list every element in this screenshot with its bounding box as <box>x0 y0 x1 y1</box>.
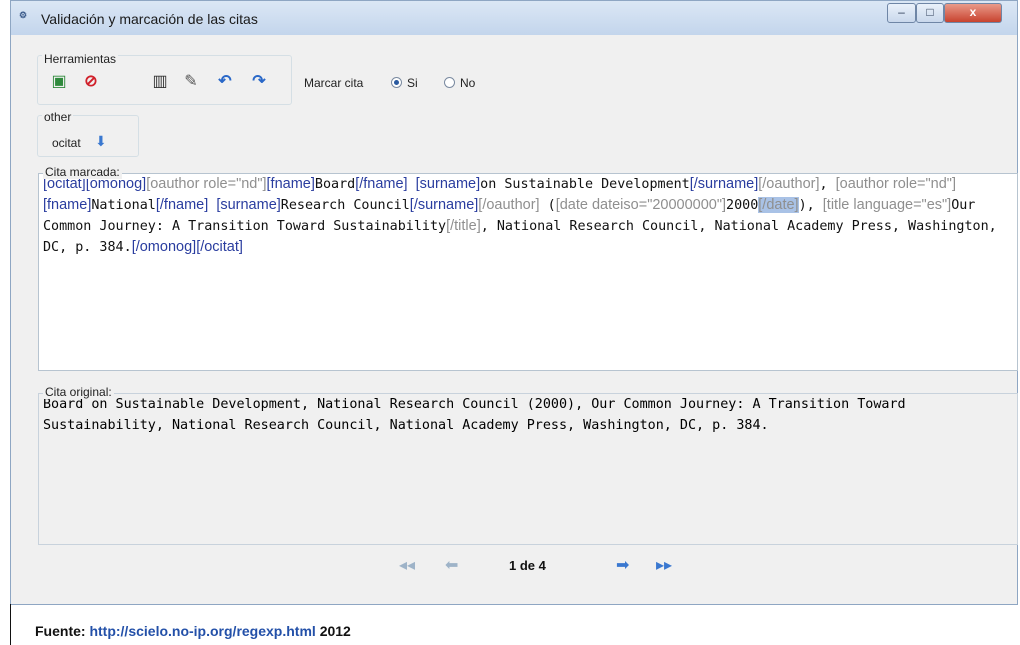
markup-tag: [/title] <box>446 218 481 234</box>
marked-citation-editor[interactable]: [ocitat][omonog][oauthor role="nd"][fnam… <box>38 173 1018 371</box>
title-bar[interactable]: ⚙ Validación y marcación de las citas – … <box>11 1 1017 35</box>
delete-icon[interactable]: ▥ <box>151 73 169 91</box>
citation-text-segment: Board <box>314 177 356 192</box>
markup-tag: [oauthor role="nd"] <box>835 176 956 192</box>
citation-text-segment: National <box>91 198 156 213</box>
maximize-button[interactable]: □ <box>916 3 944 23</box>
source-link[interactable]: http://scielo.no-ip.org/regexp.html <box>89 623 315 639</box>
citation-text-segment: 2000 <box>726 198 759 213</box>
cancel-icon[interactable]: ⊘ <box>82 73 100 91</box>
markup-tag: [/omonog] <box>131 239 197 255</box>
radio-no-label[interactable]: No <box>460 76 475 90</box>
citation-text-segment: ), <box>798 198 823 213</box>
tag-label: ocitat <box>52 136 81 150</box>
source-text: Fuente: http://scielo.no-ip.org/regexp.h… <box>35 623 351 639</box>
redo-icon[interactable]: ↷ <box>250 73 268 91</box>
citation-text-segment: Research Council <box>280 198 410 213</box>
citation-text-segment: , <box>819 177 836 192</box>
markup-tag: [/ocitat] <box>196 239 243 255</box>
markup-tag: [title language="es"] <box>822 197 952 213</box>
radio-si[interactable] <box>391 77 402 88</box>
markup-tag: [/fname] <box>155 197 209 213</box>
radio-no[interactable] <box>444 77 455 88</box>
first-icon[interactable]: ◂◂ <box>399 555 415 575</box>
tools-group-label: Herramientas <box>42 52 119 66</box>
marked-label: Cita marcada: <box>43 165 122 179</box>
app-icon: ⚙ <box>19 10 28 20</box>
maximize-icon: □ <box>926 5 934 19</box>
markup-tag: [/fname] <box>355 176 408 192</box>
markup-tag: [/oauthor] <box>758 176 820 192</box>
page-indicator: 1 de 4 <box>509 558 546 573</box>
radio-si-label[interactable]: Si <box>407 76 418 90</box>
next-icon[interactable]: ➡ <box>616 555 629 575</box>
citation-text-segment <box>408 177 416 192</box>
source-year: 2012 <box>319 623 351 639</box>
arrow-down-icon[interactable]: ⬇ <box>95 133 107 150</box>
client-area: Herramientas ▣ ⊘ ▥ ✎ ↶ ↷ Marcar cita Si … <box>19 35 1018 596</box>
other-group-label: other <box>42 110 74 124</box>
citation-text-segment: ( <box>539 198 556 213</box>
source-prefix: Fuente: <box>35 623 86 639</box>
source-caption: Fuente: http://scielo.no-ip.org/regexp.h… <box>10 604 1020 645</box>
markup-tag: [/surname] <box>689 176 759 192</box>
markup-tag: [surname] <box>216 197 281 213</box>
citation-text-segment: on Sustainable Development <box>480 177 690 192</box>
window-title: Validación y marcación de las citas <box>41 11 258 27</box>
edit-icon[interactable]: ✎ <box>182 73 200 91</box>
save-icon[interactable]: ▣ <box>50 73 68 91</box>
original-citation-text: Board on Sustainable Development, Nation… <box>38 393 1018 545</box>
close-icon: x <box>969 5 977 19</box>
last-icon[interactable]: ▸▸ <box>656 555 672 575</box>
citation-window: ⚙ Validación y marcación de las citas – … <box>10 0 1018 605</box>
markup-tag: [date dateiso="20000000"] <box>555 197 727 213</box>
undo-icon[interactable]: ↶ <box>216 73 234 91</box>
markup-tag: [oauthor role="nd"] <box>146 176 267 192</box>
markup-tag: [fname] <box>43 197 92 213</box>
minimize-button[interactable]: – <box>887 3 916 23</box>
original-label: Cita original: <box>43 385 114 399</box>
markup-tag: [/surname] <box>409 197 479 213</box>
markup-tag: [/date] <box>758 197 799 213</box>
markup-tag: [/oauthor] <box>478 197 540 213</box>
resize-grip-icon[interactable] <box>999 586 1009 596</box>
prev-icon[interactable]: ⬅ <box>445 555 458 575</box>
close-button[interactable]: x <box>944 3 1002 23</box>
marcar-cita-label: Marcar cita <box>304 76 364 90</box>
markup-tag: [surname] <box>415 176 481 192</box>
markup-tag: [fname] <box>266 176 315 192</box>
minimize-icon: – <box>898 5 905 19</box>
